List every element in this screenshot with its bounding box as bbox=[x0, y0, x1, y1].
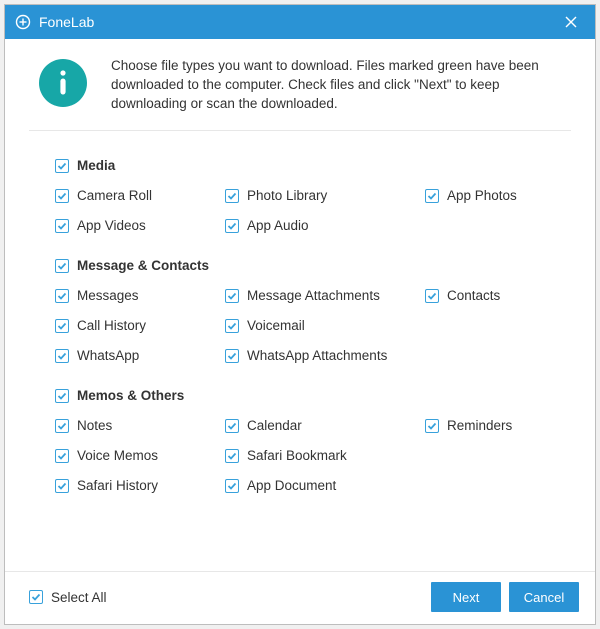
group-message-contacts: Message & Contacts Messages Message Attach… bbox=[55, 255, 577, 367]
group-checkbox-memos-others[interactable] bbox=[55, 389, 69, 403]
select-all-row[interactable]: Select All bbox=[29, 586, 107, 608]
info-icon bbox=[39, 59, 87, 107]
group-items: Notes Calendar Reminders Voice Memos Safari … bbox=[55, 415, 577, 497]
group-label: Message & Contacts bbox=[77, 258, 209, 273]
filetype-app-audio[interactable]: App Audio bbox=[225, 215, 425, 237]
filetype-safari-history[interactable]: Safari History bbox=[55, 475, 225, 497]
checkbox-app-videos[interactable] bbox=[55, 219, 69, 233]
filetype-app-document[interactable]: App Document bbox=[225, 475, 425, 497]
filetype-label: WhatsApp Attachments bbox=[247, 348, 387, 363]
checkbox-message-attachments[interactable] bbox=[225, 289, 239, 303]
checkbox-photo-library[interactable] bbox=[225, 189, 239, 203]
checkbox-notes[interactable] bbox=[55, 419, 69, 433]
group-memos-others: Memos & Others Notes Calendar Reminders Voic… bbox=[55, 385, 577, 497]
filetype-voice-memos[interactable]: Voice Memos bbox=[55, 445, 225, 467]
checkbox-messages[interactable] bbox=[55, 289, 69, 303]
content-area: Media Camera Roll Photo Library App Photos A… bbox=[5, 131, 595, 571]
group-header-media[interactable]: Media bbox=[55, 155, 577, 177]
group-items: Messages Message Attachments Contacts Call … bbox=[55, 285, 577, 367]
filetype-label: Voice Memos bbox=[77, 448, 158, 463]
filetype-label: Calendar bbox=[247, 418, 302, 433]
group-items: Camera Roll Photo Library App Photos App Vi… bbox=[55, 185, 577, 237]
filetype-label: App Videos bbox=[77, 218, 146, 233]
header-row: Choose file types you want to download. … bbox=[5, 39, 595, 130]
filetype-label: App Audio bbox=[247, 218, 309, 233]
filetype-safari-bookmark[interactable]: Safari Bookmark bbox=[225, 445, 425, 467]
app-logo-icon bbox=[15, 14, 31, 30]
filetype-message-attachments[interactable]: Message Attachments bbox=[225, 285, 425, 307]
filetype-label: Safari Bookmark bbox=[247, 448, 347, 463]
empty-cell bbox=[425, 315, 555, 337]
filetype-photo-library[interactable]: Photo Library bbox=[225, 185, 425, 207]
filetype-label: Message Attachments bbox=[247, 288, 380, 303]
filetype-label: App Document bbox=[247, 478, 336, 493]
filetype-reminders[interactable]: Reminders bbox=[425, 415, 555, 437]
checkbox-contacts[interactable] bbox=[425, 289, 439, 303]
filetype-contacts[interactable]: Contacts bbox=[425, 285, 555, 307]
group-checkbox-message-contacts[interactable] bbox=[55, 259, 69, 273]
checkbox-app-photos[interactable] bbox=[425, 189, 439, 203]
select-all-checkbox[interactable] bbox=[29, 590, 43, 604]
filetype-label: Safari History bbox=[77, 478, 158, 493]
checkbox-camera-roll[interactable] bbox=[55, 189, 69, 203]
checkbox-voice-memos[interactable] bbox=[55, 449, 69, 463]
filetype-label: Notes bbox=[77, 418, 112, 433]
filetype-call-history[interactable]: Call History bbox=[55, 315, 225, 337]
filetype-label: WhatsApp bbox=[77, 348, 139, 363]
filetype-notes[interactable]: Notes bbox=[55, 415, 225, 437]
checkbox-safari-bookmark[interactable] bbox=[225, 449, 239, 463]
group-label: Media bbox=[77, 158, 115, 173]
filetype-whatsapp-attachments[interactable]: WhatsApp Attachments bbox=[225, 345, 425, 367]
checkbox-calendar[interactable] bbox=[225, 419, 239, 433]
filetype-voicemail[interactable]: Voicemail bbox=[225, 315, 425, 337]
app-window: FoneLab Choose file types you want to do… bbox=[4, 4, 596, 625]
group-header-message-contacts[interactable]: Message & Contacts bbox=[55, 255, 577, 277]
close-button[interactable] bbox=[557, 8, 585, 36]
group-checkbox-media[interactable] bbox=[55, 159, 69, 173]
checkbox-whatsapp-attachments[interactable] bbox=[225, 349, 239, 363]
checkbox-voicemail[interactable] bbox=[225, 319, 239, 333]
select-all-label: Select All bbox=[51, 590, 107, 605]
checkbox-reminders[interactable] bbox=[425, 419, 439, 433]
filetype-messages[interactable]: Messages bbox=[55, 285, 225, 307]
filetype-label: Contacts bbox=[447, 288, 500, 303]
filetype-app-photos[interactable]: App Photos bbox=[425, 185, 555, 207]
footer: Select All Next Cancel bbox=[5, 571, 595, 624]
filetype-label: Call History bbox=[77, 318, 146, 333]
filetype-calendar[interactable]: Calendar bbox=[225, 415, 425, 437]
titlebar: FoneLab bbox=[5, 5, 595, 39]
filetype-label: App Photos bbox=[447, 188, 517, 203]
checkbox-whatsapp[interactable] bbox=[55, 349, 69, 363]
filetype-camera-roll[interactable]: Camera Roll bbox=[55, 185, 225, 207]
filetype-whatsapp[interactable]: WhatsApp bbox=[55, 345, 225, 367]
group-media: Media Camera Roll Photo Library App Photos A… bbox=[55, 155, 577, 237]
filetype-label: Reminders bbox=[447, 418, 512, 433]
app-title: FoneLab bbox=[39, 14, 557, 30]
intro-text: Choose file types you want to download. … bbox=[111, 57, 571, 114]
filetype-label: Messages bbox=[77, 288, 139, 303]
checkbox-app-document[interactable] bbox=[225, 479, 239, 493]
group-label: Memos & Others bbox=[77, 388, 184, 403]
checkbox-call-history[interactable] bbox=[55, 319, 69, 333]
checkbox-safari-history[interactable] bbox=[55, 479, 69, 493]
checkbox-app-audio[interactable] bbox=[225, 219, 239, 233]
filetype-label: Voicemail bbox=[247, 318, 305, 333]
next-button[interactable]: Next bbox=[431, 582, 501, 612]
filetype-app-videos[interactable]: App Videos bbox=[55, 215, 225, 237]
filetype-label: Photo Library bbox=[247, 188, 327, 203]
filetype-label: Camera Roll bbox=[77, 188, 152, 203]
close-icon bbox=[563, 14, 579, 30]
group-header-memos-others[interactable]: Memos & Others bbox=[55, 385, 577, 407]
cancel-button[interactable]: Cancel bbox=[509, 582, 579, 612]
empty-cell bbox=[425, 445, 555, 467]
